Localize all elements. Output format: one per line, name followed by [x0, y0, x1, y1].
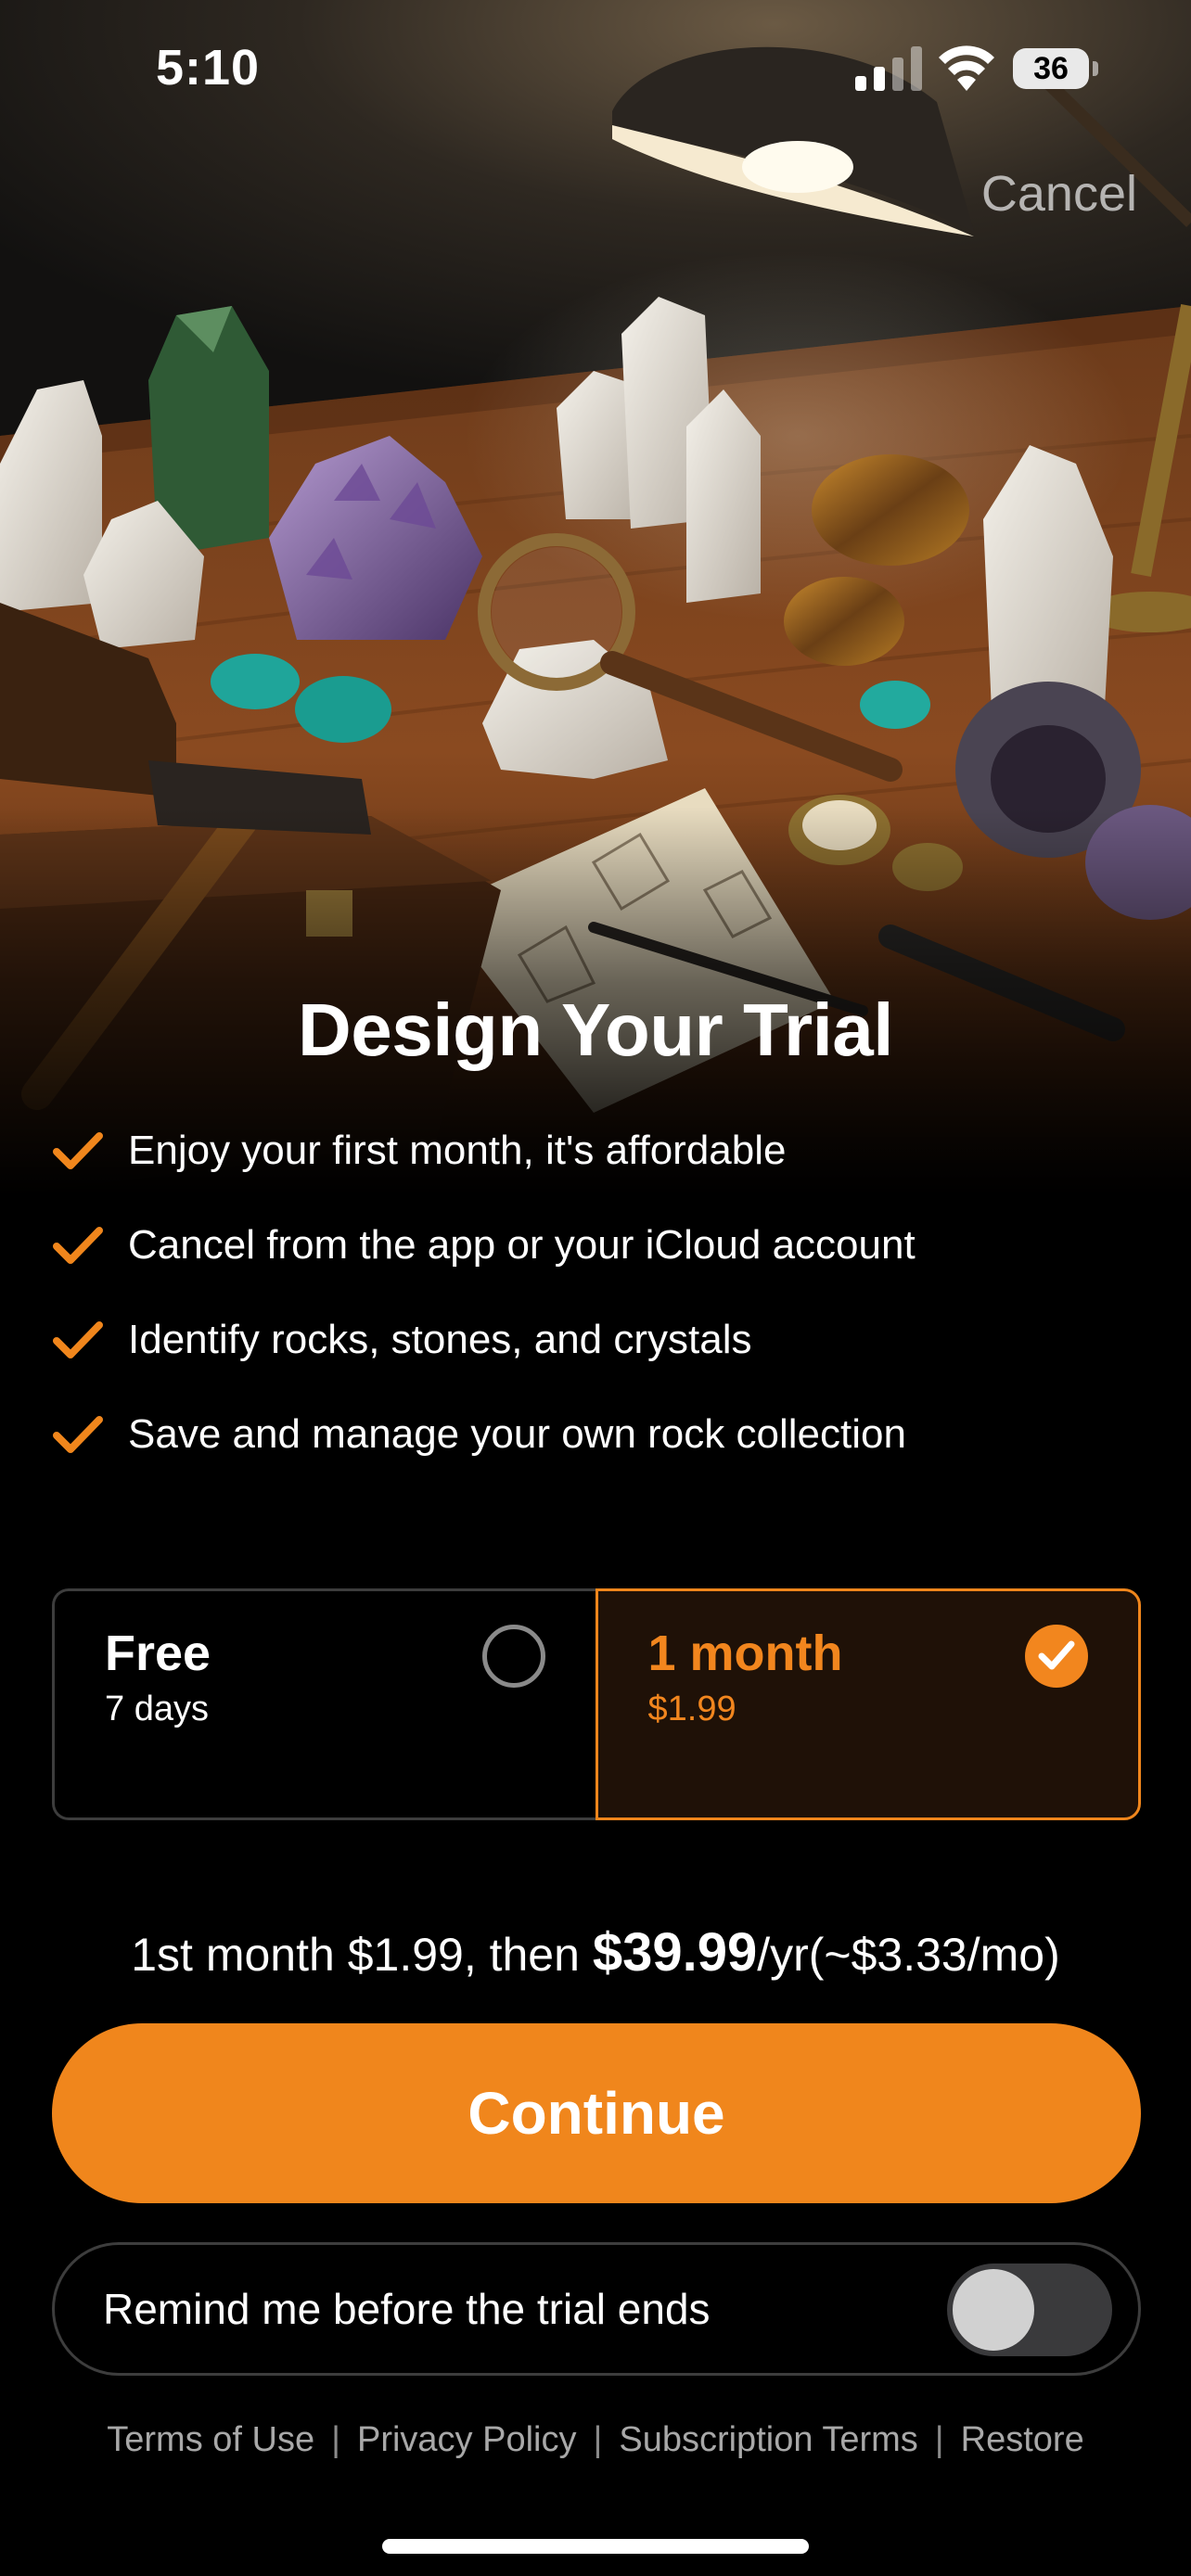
pricing-prefix: 1st month $1.99, then — [131, 1929, 593, 1981]
privacy-policy-link[interactable]: Privacy Policy — [357, 2420, 577, 2459]
feature-item: Cancel from the app or your iCloud accou… — [52, 1198, 1146, 1293]
pricing-suffix: /yr(~$3.33/mo) — [757, 1929, 1060, 1981]
check-icon — [53, 1132, 103, 1169]
restore-link[interactable]: Restore — [961, 2420, 1084, 2459]
plan-selector: Free 7 days 1 month $1.99 — [52, 1588, 1141, 1820]
radio-icon[interactable] — [481, 1625, 545, 1688]
battery-level: 36 — [1033, 51, 1069, 86]
subscription-terms-link[interactable]: Subscription Terms — [619, 2420, 917, 2459]
reminder-row: Remind me before the trial ends — [52, 2242, 1141, 2376]
feature-item: Identify rocks, stones, and crystals — [52, 1293, 1146, 1387]
battery-icon: 36 — [1013, 48, 1098, 89]
check-icon — [53, 1227, 103, 1264]
reminder-toggle[interactable] — [947, 2264, 1112, 2356]
plan-option-free[interactable]: Free 7 days — [52, 1588, 596, 1820]
reminder-label: Remind me before the trial ends — [103, 2285, 711, 2333]
signal-icon — [855, 46, 922, 91]
footer-links: Terms of Use | Privacy Policy | Subscription… — [0, 2420, 1191, 2460]
status-time: 5:10 — [156, 40, 261, 96]
plan-option-1-month[interactable]: 1 month $1.99 — [595, 1588, 1141, 1820]
page-title: Design Your Trial — [297, 988, 894, 1071]
status-bar: 5:10 36 — [0, 0, 1191, 139]
cancel-button[interactable]: Cancel — [981, 165, 1137, 223]
pricing-summary: 1st month $1.99, then $39.99/yr(~$3.33/m… — [0, 1921, 1191, 1983]
divider: | — [593, 2420, 603, 2459]
divider: | — [934, 2420, 944, 2459]
wifi-icon — [939, 45, 994, 91]
feature-item: Save and manage your own rock collection — [52, 1387, 1146, 1482]
plan-name: 1 month — [647, 1626, 843, 1681]
feature-text: Enjoy your first month, it's affordable — [128, 1128, 787, 1173]
home-indicator — [382, 2539, 809, 2554]
plan-detail: 7 days — [105, 1690, 209, 1728]
pricing-price: $39.99 — [592, 1922, 758, 1983]
plan-detail: $1.99 — [647, 1690, 736, 1728]
feature-text: Cancel from the app or your iCloud accou… — [128, 1222, 916, 1268]
battery-tip — [1093, 61, 1098, 76]
check-mark — [1038, 1640, 1075, 1670]
check-icon — [53, 1321, 103, 1358]
continue-button[interactable]: Continue — [52, 2023, 1141, 2203]
terms-of-use-link[interactable]: Terms of Use — [107, 2420, 314, 2459]
feature-text: Save and manage your own rock collection — [128, 1411, 906, 1457]
checkmark-circle-icon[interactable] — [1025, 1625, 1088, 1688]
feature-list: Enjoy your first month, it's affordable … — [52, 1103, 1146, 1482]
feature-text: Identify rocks, stones, and crystals — [128, 1317, 752, 1362]
feature-item: Enjoy your first month, it's affordable — [52, 1103, 1146, 1198]
plan-name: Free — [105, 1626, 211, 1681]
toggle-knob — [953, 2269, 1034, 2351]
divider: | — [331, 2420, 340, 2459]
check-icon — [53, 1416, 103, 1453]
